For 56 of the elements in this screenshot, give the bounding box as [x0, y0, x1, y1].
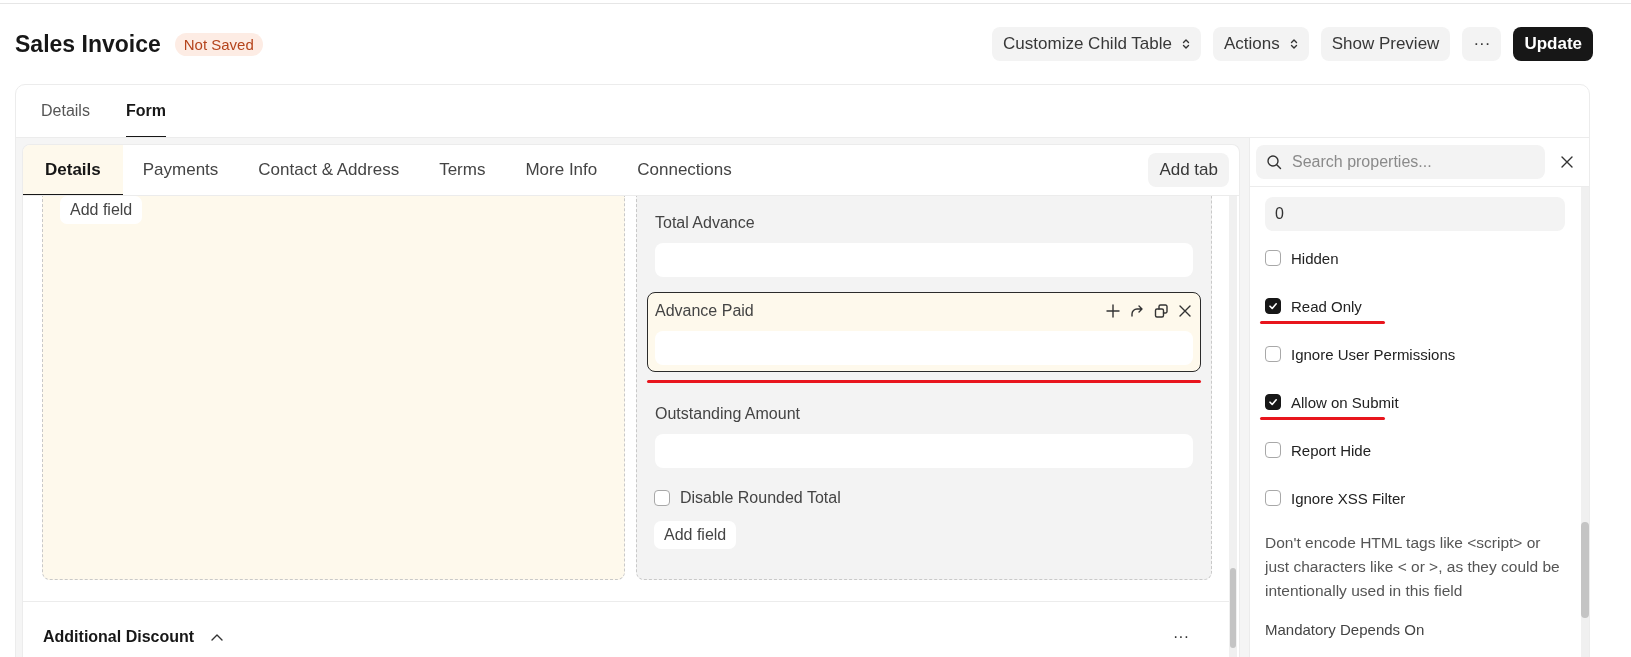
field-label: Total Advance: [655, 214, 755, 232]
form-field[interactable]: Outstanding Amount: [647, 395, 1201, 475]
field-label: Advance Paid: [655, 302, 754, 320]
scrollbar-thumb[interactable]: [1230, 568, 1236, 648]
tab[interactable]: Terms: [419, 145, 506, 195]
page-title: Sales Invoice: [15, 30, 161, 58]
redo-arrow-icon: [1129, 303, 1145, 319]
close-icon: [1177, 303, 1193, 319]
scrollbar-thumb[interactable]: [1581, 522, 1589, 618]
checkbox-label: Read Only: [1291, 297, 1362, 315]
checkbox[interactable]: [1265, 346, 1281, 362]
checkbox[interactable]: [1265, 490, 1281, 506]
sort-caret-icon: [1289, 38, 1298, 50]
checkbox-label: Ignore XSS Filter: [1291, 489, 1406, 507]
tab[interactable]: Form: [125, 85, 166, 137]
checkbox-label: Allow on Submit: [1291, 393, 1399, 411]
tab[interactable]: Payments: [122, 145, 239, 195]
checkbox-label: Hidden: [1291, 249, 1339, 267]
tab[interactable]: More Info: [505, 145, 618, 195]
add-tab-button[interactable]: Add tab: [1148, 153, 1229, 187]
input-field[interactable]: 0: [1265, 197, 1565, 231]
dropdown-button[interactable]: Customize Child Table: [992, 27, 1201, 61]
checkbox[interactable]: [1265, 394, 1281, 410]
section-title: Additional Discount: [43, 628, 195, 646]
tab[interactable]: Details: [41, 85, 90, 137]
close-icon: [1559, 154, 1575, 170]
action-button[interactable]: Show Preview: [1320, 27, 1451, 61]
tab[interactable]: Details: [23, 145, 123, 195]
check-icon: [1268, 397, 1278, 407]
check-icon: [1268, 301, 1278, 311]
update-button[interactable]: Update: [1513, 27, 1593, 61]
form-field[interactable]: Advance Paid: [647, 292, 1201, 372]
add-field-button[interactable]: Add field: [654, 521, 737, 549]
tab[interactable]: Contact & Address: [238, 145, 420, 195]
status-badge: Not Saved: [174, 32, 263, 56]
search-field[interactable]: Search properties...: [1256, 145, 1545, 179]
tab[interactable]: Connections: [617, 145, 752, 195]
action-button[interactable]: ···: [1462, 27, 1502, 61]
checkbox-label: Report Hide: [1291, 441, 1372, 459]
sort-caret-icon: [1181, 38, 1190, 50]
checkbox-label: Disable Rounded Total: [680, 489, 841, 507]
field-label: Mandatory Depends On: [1265, 621, 1426, 638]
field-label: Outstanding Amount: [655, 405, 800, 423]
duplicate-icon: [1153, 303, 1169, 319]
checkbox-label: Ignore User Permissions: [1291, 345, 1456, 363]
checkbox[interactable]: [1265, 298, 1281, 314]
more-menu[interactable]: ···: [1173, 628, 1189, 646]
search-icon: [1266, 154, 1282, 170]
add-field-button[interactable]: Add field: [60, 196, 143, 224]
checkbox[interactable]: [1265, 250, 1281, 266]
plus-icon: [1105, 303, 1121, 319]
field-description: Don't encode HTML tags like <script> or just characters like < or >, as they could be intentionally used in this field: [1265, 533, 1561, 601]
checkbox[interactable]: [654, 490, 670, 506]
dropdown-button[interactable]: Actions: [1212, 27, 1309, 61]
form-field[interactable]: Total Advance: [647, 204, 1201, 284]
checkbox[interactable]: [1265, 442, 1281, 458]
